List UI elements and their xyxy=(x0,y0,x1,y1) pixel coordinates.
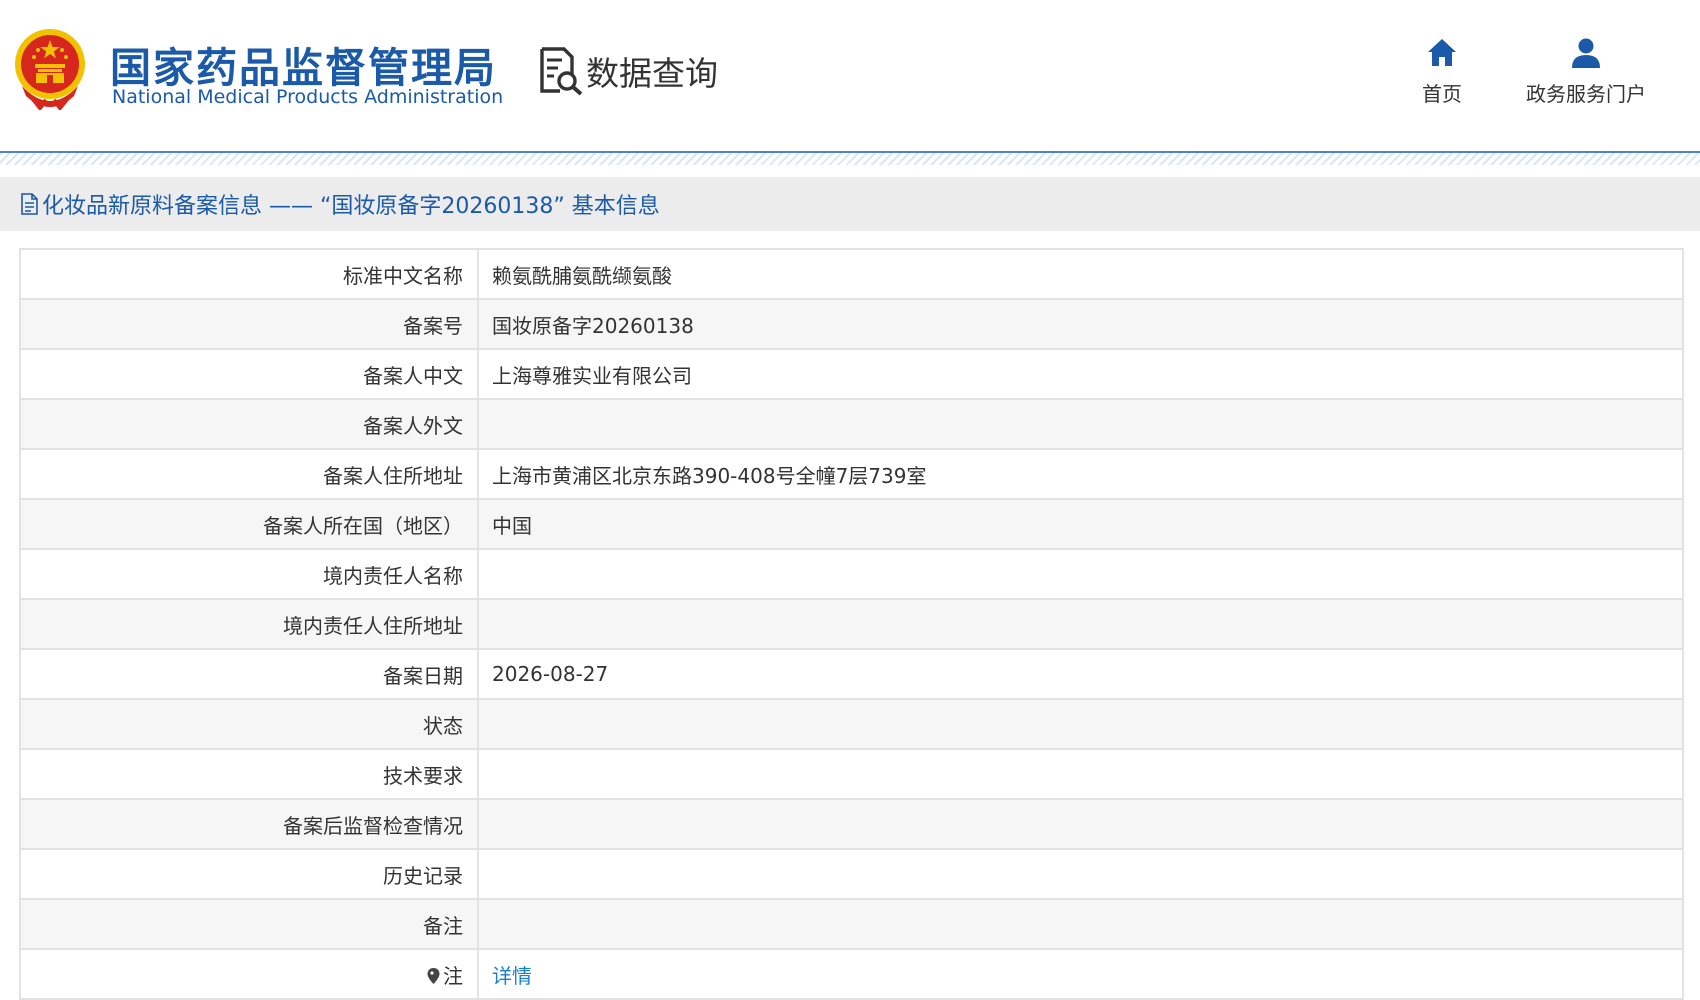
field-value xyxy=(478,698,1683,749)
field-label: 状态 xyxy=(20,698,479,749)
details-link[interactable]: 详情 xyxy=(492,964,532,988)
field-value xyxy=(478,398,1683,449)
site-header: 国家药品监督管理局 National Medical Products Admi… xyxy=(0,0,1700,165)
field-label: 备注 xyxy=(20,898,479,949)
field-label: 境内责任人名称 xyxy=(20,548,479,599)
data-query-section: 数据查询 xyxy=(536,46,718,96)
field-label: 境内责任人住所地址 xyxy=(20,598,479,649)
field-value xyxy=(478,798,1683,849)
field-label: 历史记录 xyxy=(20,848,479,899)
field-label: 备案人所在国（地区） xyxy=(20,498,479,549)
note-value-cell: 详情 xyxy=(478,948,1683,999)
table-row: 备注 xyxy=(20,898,1683,949)
national-emblem-icon xyxy=(15,29,85,110)
field-value: 上海尊雅实业有限公司 xyxy=(478,348,1683,399)
page-title-bar: 化妆品新原料备案信息 —— “国妆原备字20260138” 基本信息 xyxy=(0,177,1700,231)
agency-name-en: National Medical Products Administration xyxy=(112,86,504,108)
table-row-note: 注 详情 xyxy=(20,948,1683,999)
field-label: 技术要求 xyxy=(20,748,479,799)
field-value: 中国 xyxy=(478,498,1683,549)
nav-home-label[interactable]: 首页 xyxy=(1422,78,1462,107)
table-row: 历史记录 xyxy=(20,848,1683,899)
field-value: 上海市黄浦区北京东路390-408号全幢7层739室 xyxy=(478,448,1683,499)
field-value: 国妆原备字20260138 xyxy=(478,298,1683,349)
nav-home[interactable]: 首页 xyxy=(1422,36,1462,107)
table-row: 备案人中文 上海尊雅实业有限公司 xyxy=(20,348,1683,399)
table-row: 备案日期 2026-08-27 xyxy=(20,648,1683,699)
table-row: 境内责任人住所地址 xyxy=(20,598,1683,649)
field-label: 备案人中文 xyxy=(20,348,479,399)
record-detail-table: 标准中文名称 赖氨酰脯氨酰缬氨酸 备案号 国妆原备字20260138 备案人中文 上海尊雅… xyxy=(19,248,1684,1000)
table-row: 标准中文名称 赖氨酰脯氨酰缬氨酸 xyxy=(20,249,1683,299)
user-icon xyxy=(1572,38,1600,68)
table-row: 境内责任人名称 xyxy=(20,548,1683,599)
table-row: 备案后监督检查情况 xyxy=(20,798,1683,849)
field-value xyxy=(478,548,1683,599)
table-row: 技术要求 xyxy=(20,748,1683,799)
pin-icon xyxy=(427,967,440,984)
field-label: 备案日期 xyxy=(20,648,479,699)
field-label: 标准中文名称 xyxy=(20,249,479,299)
agency-name-cn: 国家药品监督管理局 xyxy=(110,44,497,92)
table-row: 状态 xyxy=(20,698,1683,749)
header-divider xyxy=(0,151,1700,165)
field-value xyxy=(478,848,1683,899)
field-label: 备案号 xyxy=(20,298,479,349)
home-icon xyxy=(1428,39,1456,66)
field-label: 备案后监督检查情况 xyxy=(20,798,479,849)
table-row: 备案人外文 xyxy=(20,398,1683,449)
field-value: 赖氨酰脯氨酰缬氨酸 xyxy=(492,263,672,288)
note-label: 注 xyxy=(443,963,463,988)
document-icon xyxy=(21,193,38,215)
field-label: 备案人住所地址 xyxy=(20,448,479,499)
field-value xyxy=(478,598,1683,649)
table-row: 备案号 国妆原备字20260138 xyxy=(20,298,1683,349)
document-search-icon xyxy=(540,47,583,96)
section-title: 数据查询 xyxy=(586,54,718,93)
nav-gov-portal-label[interactable]: 政务服务门户 xyxy=(1526,78,1646,107)
field-value xyxy=(478,898,1683,949)
field-value xyxy=(478,748,1683,799)
field-value: 2026-08-27 xyxy=(478,648,1683,699)
table-row: 备案人所在国（地区） 中国 xyxy=(20,498,1683,549)
table-row: 备案人住所地址 上海市黄浦区北京东路390-408号全幢7层739室 xyxy=(20,448,1683,499)
note-label-cell: 注 xyxy=(20,948,479,999)
field-label: 备案人外文 xyxy=(20,398,479,449)
nav-gov-portal[interactable]: 政务服务门户 xyxy=(1526,36,1646,107)
page-title: 化妆品新原料备案信息 —— “国妆原备字20260138” 基本信息 xyxy=(42,194,660,219)
